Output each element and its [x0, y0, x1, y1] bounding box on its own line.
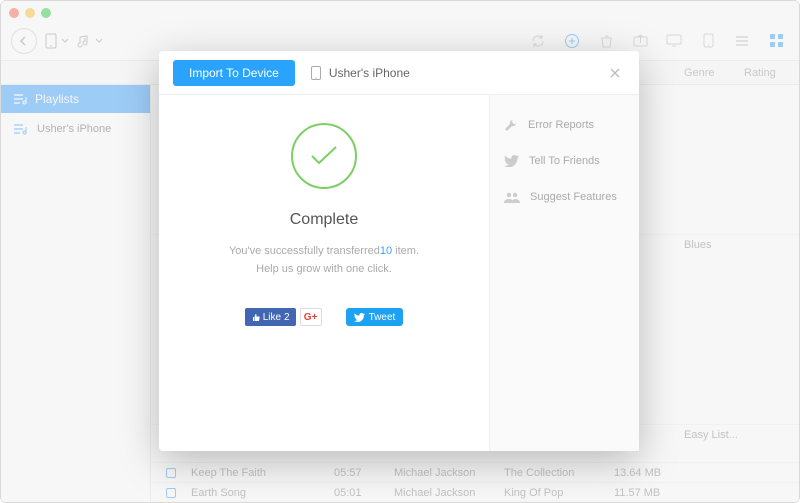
side-item-label: Error Reports: [528, 119, 594, 131]
side-item-label: Tell To Friends: [529, 155, 600, 167]
thumbs-up-icon: [251, 313, 260, 322]
users-icon: [504, 192, 520, 203]
close-icon: [609, 67, 621, 79]
modal-title: Complete: [290, 211, 358, 229]
modal-device-tab[interactable]: Usher's iPhone: [311, 66, 410, 80]
twitter-icon: [354, 313, 365, 322]
tell-to-friends-link[interactable]: Tell To Friends: [490, 143, 639, 179]
phone-icon: [311, 66, 321, 80]
modal-subtitle: You've successfully transferred10 item. …: [229, 243, 419, 278]
transfer-complete-modal: Import To Device Usher's iPhone Complete…: [159, 51, 639, 451]
suggest-features-link[interactable]: Suggest Features: [490, 179, 639, 215]
modal-header: Import To Device Usher's iPhone: [159, 51, 639, 95]
app-window: Genre Rating Playlists Usher's iPhone Bl…: [0, 0, 800, 503]
error-reports-link[interactable]: Error Reports: [490, 107, 639, 143]
social-buttons: Like 2 G+ Tweet: [245, 308, 404, 326]
modal-device-label: Usher's iPhone: [329, 66, 410, 80]
wrench-icon: [504, 118, 518, 132]
facebook-like-button[interactable]: Like 2: [245, 308, 296, 326]
twitter-icon: [504, 155, 519, 167]
import-button-label: Import To Device: [189, 66, 279, 80]
modal-side-panel: Error Reports Tell To Friends Suggest Fe…: [489, 95, 639, 451]
google-plus-button[interactable]: G+: [300, 308, 322, 326]
modal-close-button[interactable]: [605, 63, 625, 83]
success-check-icon: [291, 123, 357, 189]
modal-main: Complete You've successfully transferred…: [159, 95, 489, 451]
side-item-label: Suggest Features: [530, 191, 617, 203]
import-to-device-button[interactable]: Import To Device: [173, 60, 295, 86]
tweet-button[interactable]: Tweet: [346, 308, 404, 326]
